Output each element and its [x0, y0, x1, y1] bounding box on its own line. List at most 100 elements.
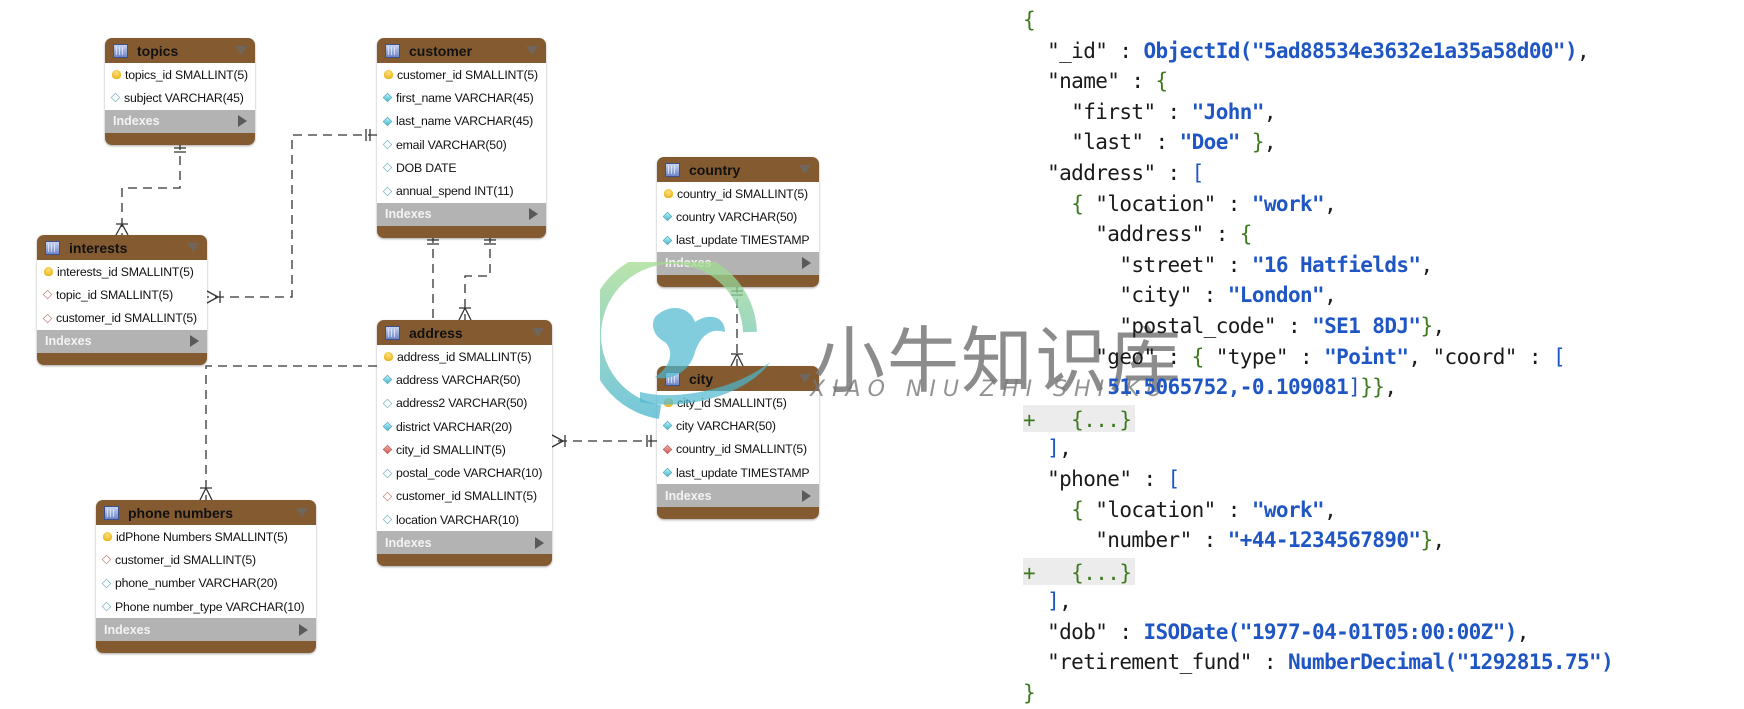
code-punctuation [1240, 130, 1252, 154]
code-function-value: ISODate("1977-04-01T05:00:00Z") [1143, 619, 1517, 644]
column-label: district VARCHAR(20) [396, 419, 513, 434]
column-row[interactable]: topic_id SMALLINT(5) [37, 283, 207, 306]
code-punctuation: , [1263, 130, 1277, 155]
collapsed-object-toggle[interactable]: + {...} [1023, 404, 1136, 432]
column-row[interactable]: district VARCHAR(20) [377, 415, 552, 438]
column-row[interactable]: country_id SMALLINT(5) [657, 438, 819, 461]
foreign-key-icon [42, 290, 53, 300]
column-label: subject VARCHAR(45) [124, 90, 244, 105]
table-icon [665, 371, 680, 386]
indexes-section[interactable]: Indexes [96, 618, 316, 642]
column-row[interactable]: city_id SMALLINT(5) [657, 391, 819, 414]
code-key: "number" : [1095, 528, 1228, 553]
column-row[interactable]: city VARCHAR(50) [657, 414, 819, 437]
column-row[interactable]: address2 VARCHAR(50) [377, 392, 552, 415]
table-topics[interactable]: topics topics_id SMALLINT(5) subject VARCH… [105, 38, 255, 145]
column-row[interactable]: first_name VARCHAR(45) [377, 86, 546, 109]
expand-plus-icon[interactable]: + {...} [1023, 561, 1132, 585]
column-label: address2 VARCHAR(50) [396, 396, 528, 411]
code-brace: } [1251, 130, 1265, 155]
primary-key-icon [664, 398, 673, 408]
code-punctuation: , [1577, 38, 1590, 63]
expand-arrow-icon[interactable] [190, 335, 199, 348]
indexes-section[interactable]: Indexes [657, 484, 819, 508]
indexes-section[interactable]: Indexes [377, 531, 552, 555]
table-header[interactable]: country [657, 157, 819, 182]
column-row[interactable]: DOB DATE [377, 156, 546, 179]
collapsed-object-toggle[interactable]: + {...} [1023, 557, 1136, 585]
expand-arrow-icon[interactable] [535, 536, 544, 549]
column-row[interactable]: annual_spend INT(11) [377, 179, 546, 202]
table-header[interactable]: interests [37, 235, 207, 260]
column-row[interactable]: country_id SMALLINT(5) [657, 182, 819, 205]
column-row[interactable]: last_update TIMESTAMP [657, 229, 819, 252]
column-label: customer_id SMALLINT(5) [56, 311, 197, 326]
column-row[interactable]: customer_id SMALLINT(5) [37, 307, 207, 330]
table-header[interactable]: topics [105, 38, 255, 63]
table-header[interactable]: phone numbers [96, 500, 316, 525]
column-row[interactable]: interests_id SMALLINT(5) [37, 260, 207, 283]
table-phone-numbers[interactable]: phone numbers idPhone Numbers SMALLINT(5)… [96, 500, 316, 654]
table-header[interactable]: customer [377, 38, 546, 63]
column-row[interactable]: last_update TIMESTAMP [657, 461, 819, 484]
column-row[interactable]: customer_id SMALLINT(5) [377, 485, 552, 508]
expand-plus-icon[interactable]: + {...} [1023, 408, 1132, 432]
column-row[interactable]: idPhone Numbers SMALLINT(5) [96, 525, 316, 548]
expand-arrow-icon[interactable] [529, 208, 538, 221]
collapse-triangle-icon[interactable] [799, 165, 811, 174]
table-country[interactable]: country country_id SMALLINT(5) country VAR… [657, 157, 819, 287]
column-row[interactable]: last_name VARCHAR(45) [377, 110, 546, 133]
table-customer[interactable]: customer customer_id SMALLINT(5) first_nam… [377, 38, 546, 238]
collapse-triangle-icon[interactable] [187, 243, 199, 252]
collapse-triangle-icon[interactable] [799, 374, 811, 383]
column-row[interactable]: customer_id SMALLINT(5) [96, 548, 316, 571]
code-string-value: "Point" [1324, 344, 1409, 369]
not-null-column-icon [662, 235, 673, 246]
column-row[interactable]: country VARCHAR(50) [657, 205, 819, 228]
code-punctuation: , [1324, 497, 1337, 522]
table-interests[interactable]: interests interests_id SMALLINT(5) topic_i… [37, 235, 207, 365]
column-row[interactable]: customer_id SMALLINT(5) [377, 63, 546, 86]
indexes-section[interactable]: Indexes [657, 251, 819, 275]
column-row[interactable]: location VARCHAR(10) [377, 508, 552, 531]
table-address[interactable]: address address_id SMALLINT(5) address VAR… [377, 320, 552, 567]
expand-arrow-icon[interactable] [802, 489, 811, 502]
code-punctuation [1023, 69, 1047, 93]
indexes-section[interactable]: Indexes [37, 329, 207, 353]
column-row[interactable]: postal_code VARCHAR(10) [377, 461, 552, 484]
code-punctuation: , [1059, 436, 1072, 461]
collapse-triangle-icon[interactable] [296, 508, 308, 517]
column-row[interactable]: phone_number VARCHAR(20) [96, 572, 316, 595]
table-icon [385, 43, 400, 58]
code-brace: { [1191, 344, 1205, 369]
code-line: ], [1023, 586, 1613, 617]
code-punctuation: , [1324, 191, 1337, 216]
rel-customer-interests [207, 134, 377, 298]
column-row[interactable]: address VARCHAR(50) [377, 368, 552, 391]
code-line: "postal_code" : "SE1 8DJ"}, [1023, 311, 1613, 342]
code-key: "location" : [1083, 191, 1252, 216]
column-row[interactable]: email VARCHAR(50) [377, 133, 546, 156]
column-row[interactable]: address_id SMALLINT(5) [377, 345, 552, 368]
primary-key-icon [103, 532, 112, 542]
table-header[interactable]: address [377, 320, 552, 345]
column-row[interactable]: city_id SMALLINT(5) [377, 438, 552, 461]
expand-arrow-icon[interactable] [802, 257, 811, 270]
collapse-triangle-icon[interactable] [532, 328, 544, 337]
code-string-value: "London" [1227, 283, 1325, 308]
expand-arrow-icon[interactable] [238, 115, 247, 128]
expand-arrow-icon[interactable] [299, 623, 308, 636]
column-row[interactable]: subject VARCHAR(45) [105, 86, 255, 109]
nullable-column-icon [101, 578, 112, 589]
table-city[interactable]: city city_id SMALLINT(5) city VARCHAR(50) c… [657, 366, 819, 520]
indexes-section[interactable]: Indexes [377, 202, 546, 226]
indexes-section[interactable]: Indexes [105, 109, 255, 133]
column-row[interactable]: Phone number_type VARCHAR(10) [96, 595, 316, 618]
collapse-triangle-icon[interactable] [235, 46, 247, 55]
column-row[interactable]: topics_id SMALLINT(5) [105, 63, 255, 86]
code-function-value: NumberDecimal("1292815.75") [1287, 650, 1614, 675]
collapse-triangle-icon[interactable] [526, 46, 538, 55]
nullable-column-icon [110, 93, 121, 103]
table-title: interests [69, 239, 128, 256]
table-header[interactable]: city [657, 366, 819, 391]
